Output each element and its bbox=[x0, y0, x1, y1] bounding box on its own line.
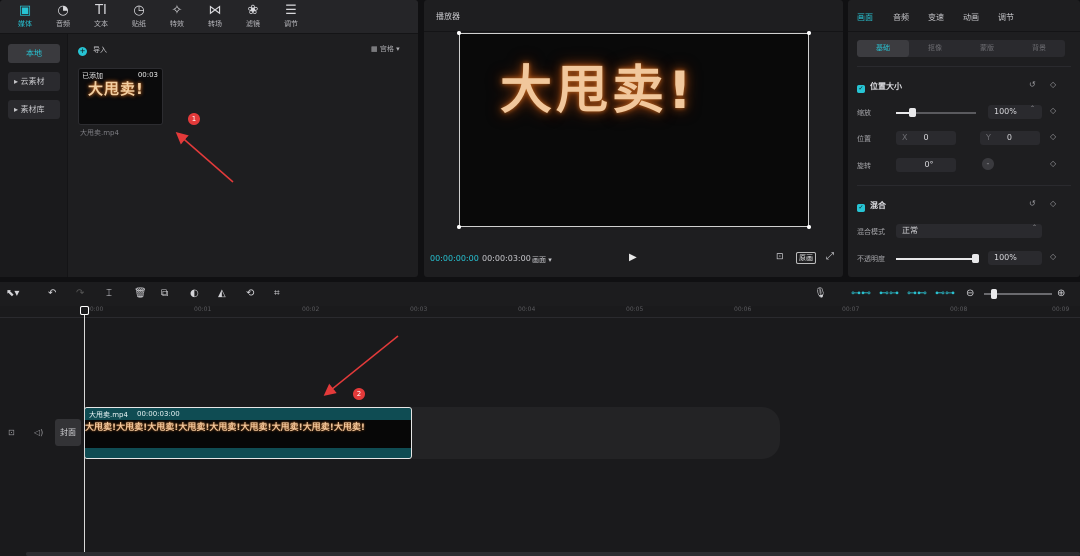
annotation-arrow-2 bbox=[323, 335, 399, 396]
annotation-arrow-1 bbox=[175, 132, 234, 183]
annotation-arrows bbox=[175, 132, 399, 396]
